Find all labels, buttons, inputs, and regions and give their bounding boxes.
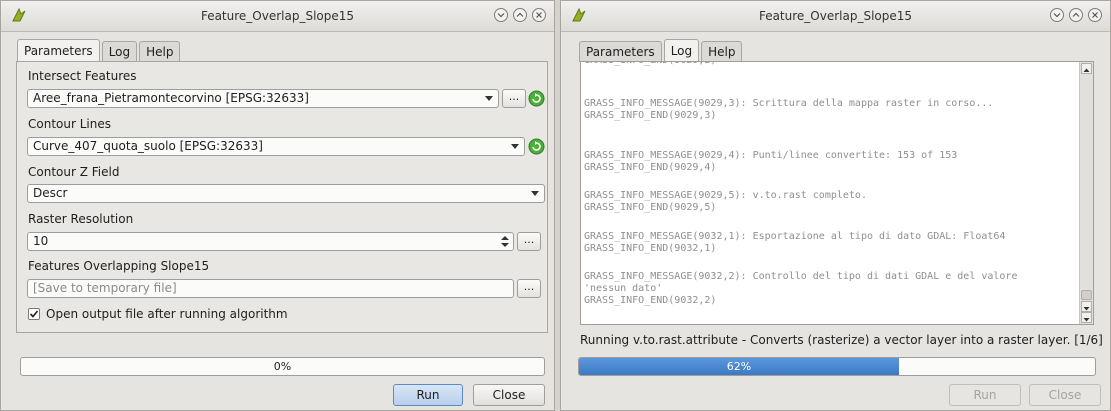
intersect-features-value: Aree_frana_Pietramontecorvino [EPSG:3263… [33,91,309,105]
log-line: GRASS_INFO_END(9029,3) [584,110,717,121]
log-line: GRASS_INFO_MESSAGE(9029,4): Punti/linee … [584,150,958,161]
checkmark-icon [29,310,39,318]
progress-text: 62% [726,360,752,373]
chevron-down-icon [531,191,539,196]
chevron-down-icon [511,144,519,149]
log-line: GRASS_INFO_END(9029,5) [584,202,717,213]
log-line: GRASS_INFO_MESSAGE(9032,2): Controllo de… [584,271,1018,282]
output-file-input[interactable]: [Save to temporary file] [27,279,514,298]
title-bar[interactable]: Feature_Overlap_Slope15 [561,1,1110,32]
minimize-icon[interactable] [494,8,508,22]
scroll-down-icon[interactable] [1081,301,1092,312]
contour-lines-value: Curve_407_quota_suolo [EPSG:32633] [33,139,263,153]
open-output-label: Open output file after running algorithm [46,307,288,321]
refresh-icon[interactable] [528,90,545,107]
output-features-label: Features Overlapping Slope15 [28,259,210,273]
log-scrollbar[interactable] [1079,62,1093,324]
log-line: GRASS_INFO_END(9029,4) [584,162,717,173]
contour-z-field-value: Descr [33,186,68,200]
log-line: GRASS_INFO_END(9032,2) [584,295,717,306]
contour-lines-label: Contour Lines [28,117,111,131]
raster-resolution-spinbox[interactable]: 10 [27,232,514,251]
scroll-down-icon[interactable] [1081,312,1092,323]
dialog-parameters-window: Feature_Overlap_Slope15 Parameters Log H… [0,0,555,411]
open-output-checkbox[interactable] [28,308,40,320]
log-line: GRASS_INFO_END(9032,1) [584,243,717,254]
close-icon[interactable] [1088,8,1102,22]
tab-log[interactable]: Log [101,41,138,62]
dialog-log-window: Feature_Overlap_Slope15 Parameters Log H… [560,0,1111,411]
status-text: Running v.to.rast.attribute - Converts (… [580,333,1103,347]
tab-log[interactable]: Log [663,39,700,62]
spin-arrows-icon[interactable] [501,236,509,247]
tab-parameters[interactable]: Parameters [579,41,662,62]
progress-text: 0% [273,360,292,373]
window-title: Feature_Overlap_Slope15 [200,9,355,23]
close-button[interactable]: Close [1029,384,1101,406]
log-line: GRASS_INFO_MESSAGE(9029,3): Scrittura de… [584,98,994,109]
log-text-area[interactable]: GRASS_INFO_END(9029,2) GRASS_INFO_MESSAG… [580,61,1094,325]
progress-bar: 0% [20,357,545,376]
log-line: GRASS_INFO_MESSAGE(9032,1): Esportazione… [584,231,1006,242]
progress-bar: 62% [578,357,1096,376]
tab-help[interactable]: Help [139,41,181,62]
contour-z-field-label: Contour Z Field [28,165,120,179]
raster-resolution-label: Raster Resolution [28,212,134,226]
scrollbar-thumb[interactable] [1081,290,1092,300]
tab-parameters[interactable]: Parameters [17,39,100,62]
intersect-features-combo[interactable]: Aree_frana_Pietramontecorvino [EPSG:3263… [27,89,499,108]
run-button[interactable]: Run [393,384,463,406]
output-file-placeholder: [Save to temporary file] [33,281,177,295]
refresh-icon[interactable] [528,138,545,155]
log-line-partial: GRASS_INFO_END(9029,2) [584,62,1064,67]
chevron-down-icon [485,96,493,101]
scroll-up-icon[interactable] [1081,63,1092,74]
tab-help[interactable]: Help [701,41,743,62]
window-title: Feature_Overlap_Slope15 [758,9,913,23]
maximize-icon[interactable] [1069,8,1083,22]
output-browse-button[interactable]: ... [517,279,541,298]
contour-lines-combo[interactable]: Curve_407_quota_suolo [EPSG:32633] [27,137,525,156]
log-line: GRASS_INFO_MESSAGE(9029,5): v.to.rast co… [584,190,867,201]
close-button[interactable]: Close [473,384,545,406]
raster-resolution-value: 10 [33,234,49,248]
title-bar[interactable]: Feature_Overlap_Slope15 [1,1,554,32]
parameters-panel: Intersect Features Aree_frana_Pietramont… [16,61,548,333]
resolution-browse-button[interactable]: ... [517,232,541,251]
log-line: 'nessun dato' [584,283,663,294]
intersect-browse-button[interactable]: ... [502,89,526,108]
run-button[interactable]: Run [949,384,1021,406]
contour-z-field-combo[interactable]: Descr [27,184,545,203]
minimize-icon[interactable] [1050,8,1064,22]
maximize-icon[interactable] [513,8,527,22]
close-icon[interactable] [532,8,546,22]
intersect-features-label: Intersect Features [28,69,137,83]
